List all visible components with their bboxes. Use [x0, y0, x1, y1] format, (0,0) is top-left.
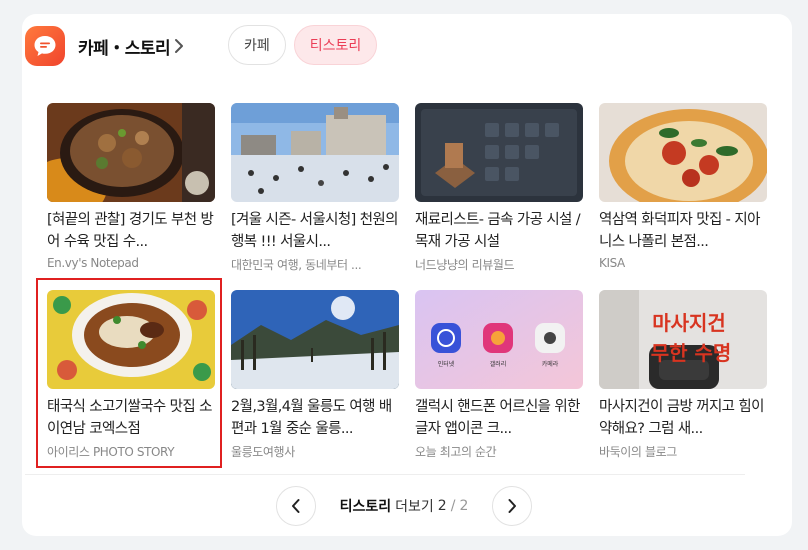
thumbnail-image[interactable]: [231, 103, 399, 202]
item-title[interactable]: 역삼역 화덕피자 맛집 - 지아니스 나폴리 본점...: [599, 209, 767, 253]
page-separator: /: [450, 498, 456, 514]
tab-tistory[interactable]: 티스토리: [293, 25, 378, 65]
item-title[interactable]: 갤럭시 핸드폰 어르신을 위한 글자 앱이콘 크...: [415, 396, 583, 440]
chevron-right-icon: [508, 499, 517, 513]
pager-section-label: 티스토리: [339, 499, 392, 515]
item-title[interactable]: 재료리스트- 금속 가공 시설 / 목재 가공 시설: [415, 209, 583, 253]
list-item[interactable]: 재료리스트- 금속 가공 시설 / 목재 가공 시설 너드냥냥의 리뷰월드: [415, 103, 583, 273]
thumbnail-image[interactable]: [47, 103, 215, 202]
item-title[interactable]: 마사지건이 금방 꺼지고 힘이 약해요? 그럼 새...: [599, 396, 767, 440]
item-title[interactable]: 2월,3월,4월 울릉도 여행 배편과 1월 중순 울릉...: [231, 396, 399, 440]
thumbnail-image[interactable]: 인터넷 갤러리 카메라: [415, 290, 583, 389]
tab-cafe[interactable]: 카페: [228, 25, 286, 65]
total-pages: 2: [459, 498, 469, 514]
item-source[interactable]: 너드냥냥의 리뷰월드: [415, 256, 583, 273]
item-source[interactable]: 바둑이의 블로그: [599, 443, 767, 460]
item-source[interactable]: En.vy's Notepad: [47, 256, 215, 270]
page-indicator: 티스토리 더보기 2 / 2: [340, 496, 469, 516]
item-source[interactable]: 울릉도여행사: [231, 443, 399, 460]
list-item[interactable]: 인터넷 갤러리 카메라 갤럭시 핸드폰 어르신을 위한 글자 앱이콘 크... …: [415, 290, 583, 460]
selected-item-highlight: [36, 278, 222, 468]
item-title[interactable]: [혀끝의 관찰] 경기도 부천 방어 수육 맛집 수...: [47, 209, 215, 253]
next-page-button[interactable]: [492, 486, 533, 526]
app-label-internet: 인터넷: [438, 360, 455, 368]
list-item[interactable]: [혀끝의 관찰] 경기도 부천 방어 수육 맛집 수... En.vy's No…: [47, 103, 215, 270]
pagination: 티스토리 더보기 2 / 2: [0, 486, 808, 526]
thumbnail-image[interactable]: [231, 290, 399, 389]
chevron-right-icon[interactable]: [174, 38, 184, 54]
tab-bar: 카페 티스토리: [228, 25, 378, 65]
app-label-gallery: 갤러리: [490, 360, 507, 368]
app-label-camera: 카메라: [542, 360, 559, 368]
divider: [25, 474, 745, 475]
thumb-caption-2: 무한 수명: [651, 341, 732, 365]
section-title[interactable]: 카페・스토리: [78, 34, 171, 59]
thumb-caption-1: 마사지건: [652, 311, 726, 335]
prev-page-button[interactable]: [275, 486, 316, 526]
pager-more-label: 더보기: [395, 499, 434, 515]
thumbnail-image[interactable]: [599, 103, 767, 202]
chevron-left-icon: [291, 499, 300, 513]
thumbnail-image[interactable]: [415, 103, 583, 202]
cafe-story-logo-icon: [25, 26, 65, 66]
item-source[interactable]: KISA: [599, 256, 767, 270]
item-source[interactable]: 오늘 최고의 순간: [415, 443, 583, 460]
section-header: 카페・스토리: [25, 26, 184, 66]
current-page: 2: [437, 498, 447, 514]
item-title[interactable]: [겨울 시즌- 서울시청] 천원의 행복 !!! 서울시...: [231, 209, 399, 253]
list-item[interactable]: 역삼역 화덕피자 맛집 - 지아니스 나폴리 본점... KISA: [599, 103, 767, 270]
item-source[interactable]: 대한민국 여행, 동네부터 ...: [231, 256, 399, 273]
list-item[interactable]: 2월,3월,4월 울릉도 여행 배편과 1월 중순 울릉... 울릉도여행사: [231, 290, 399, 460]
thumbnail-image[interactable]: 마사지건 무한 수명: [599, 290, 767, 389]
list-item[interactable]: [겨울 시즌- 서울시청] 천원의 행복 !!! 서울시... 대한민국 여행,…: [231, 103, 399, 273]
list-item[interactable]: 마사지건 무한 수명 마사지건이 금방 꺼지고 힘이 약해요? 그럼 새... …: [599, 290, 767, 460]
